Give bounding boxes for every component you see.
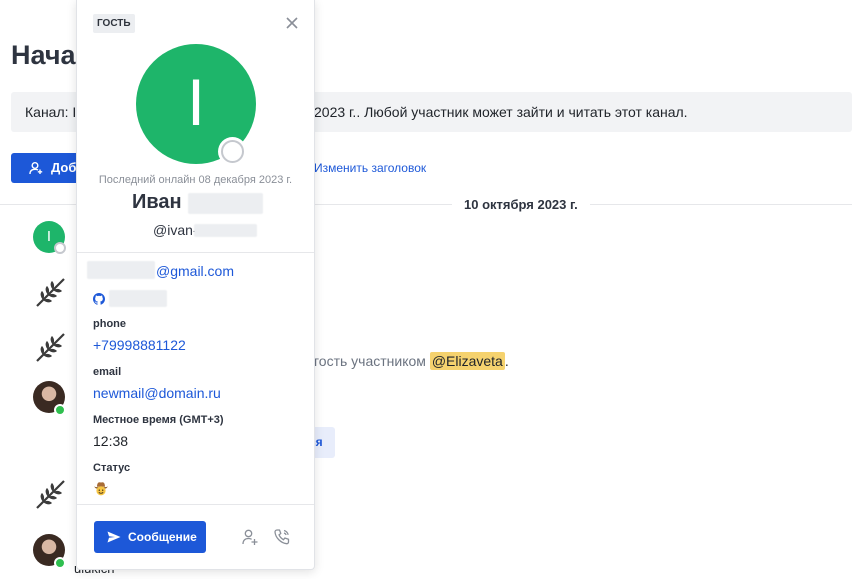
online-status-dot [54, 404, 66, 416]
redacted-email-user [87, 261, 155, 279]
cowboy-emoji-icon [94, 482, 108, 496]
send-message-button[interactable]: Сообщение [94, 521, 206, 553]
banner-text: 2023 г.. Любой участник может зайти и чи… [314, 104, 688, 120]
page-title: Нача [11, 40, 76, 70]
user-display-name: Иван [132, 191, 182, 213]
status-label: Статус [93, 462, 131, 474]
send-message-label: Сообщение [128, 530, 197, 544]
phone-label: phone [93, 318, 126, 330]
redacted-surname [188, 193, 263, 214]
add-member-label: Доб [51, 160, 77, 175]
wheat-icon [36, 480, 65, 509]
wheat-icon [36, 333, 65, 362]
date-separator: 10 октября 2023 г. [452, 197, 590, 212]
close-icon[interactable] [283, 14, 301, 32]
wheat-icon [36, 278, 65, 307]
last-seen-text: Последний онлайн 08 декабря 2023 г. [98, 174, 293, 186]
online-status-dot [54, 557, 66, 569]
add-user-icon [29, 162, 43, 175]
system-message: гость участником @Elizaveta. [314, 352, 509, 370]
offline-status-indicator [221, 140, 244, 163]
user-mention[interactable]: @Elizaveta [429, 352, 505, 370]
local-time-label: Местное время (GMT+3) [93, 414, 224, 426]
edit-title-link[interactable]: Изменить заголовок [314, 161, 426, 175]
add-user-icon[interactable] [241, 528, 259, 546]
email-link[interactable]: newmail@domain.ru [93, 385, 221, 401]
local-time-value: 12:38 [93, 433, 129, 449]
github-icon [93, 293, 105, 305]
divider [77, 252, 314, 253]
call-icon[interactable] [273, 528, 291, 546]
email-label: email [93, 366, 122, 378]
offline-status-dot [54, 242, 66, 254]
system-message-text: гость участником [314, 353, 430, 369]
role-badge: ГОСТЬ [93, 14, 135, 33]
phone-link[interactable]: +79998881122 [93, 337, 186, 353]
redacted-github-user[interactable] [109, 290, 167, 307]
system-message-end: . [504, 353, 509, 369]
user-handle: @ivan- [153, 222, 198, 238]
user-info-popup: ГОСТЬ I Последний онлайн 08 декабря 2023… [76, 0, 315, 570]
primary-email-link[interactable]: @gmail.com [156, 263, 234, 279]
divider [77, 504, 314, 505]
banner-prefix: Канал: I [25, 104, 77, 120]
redacted-handle [194, 224, 257, 237]
send-icon [107, 531, 121, 543]
